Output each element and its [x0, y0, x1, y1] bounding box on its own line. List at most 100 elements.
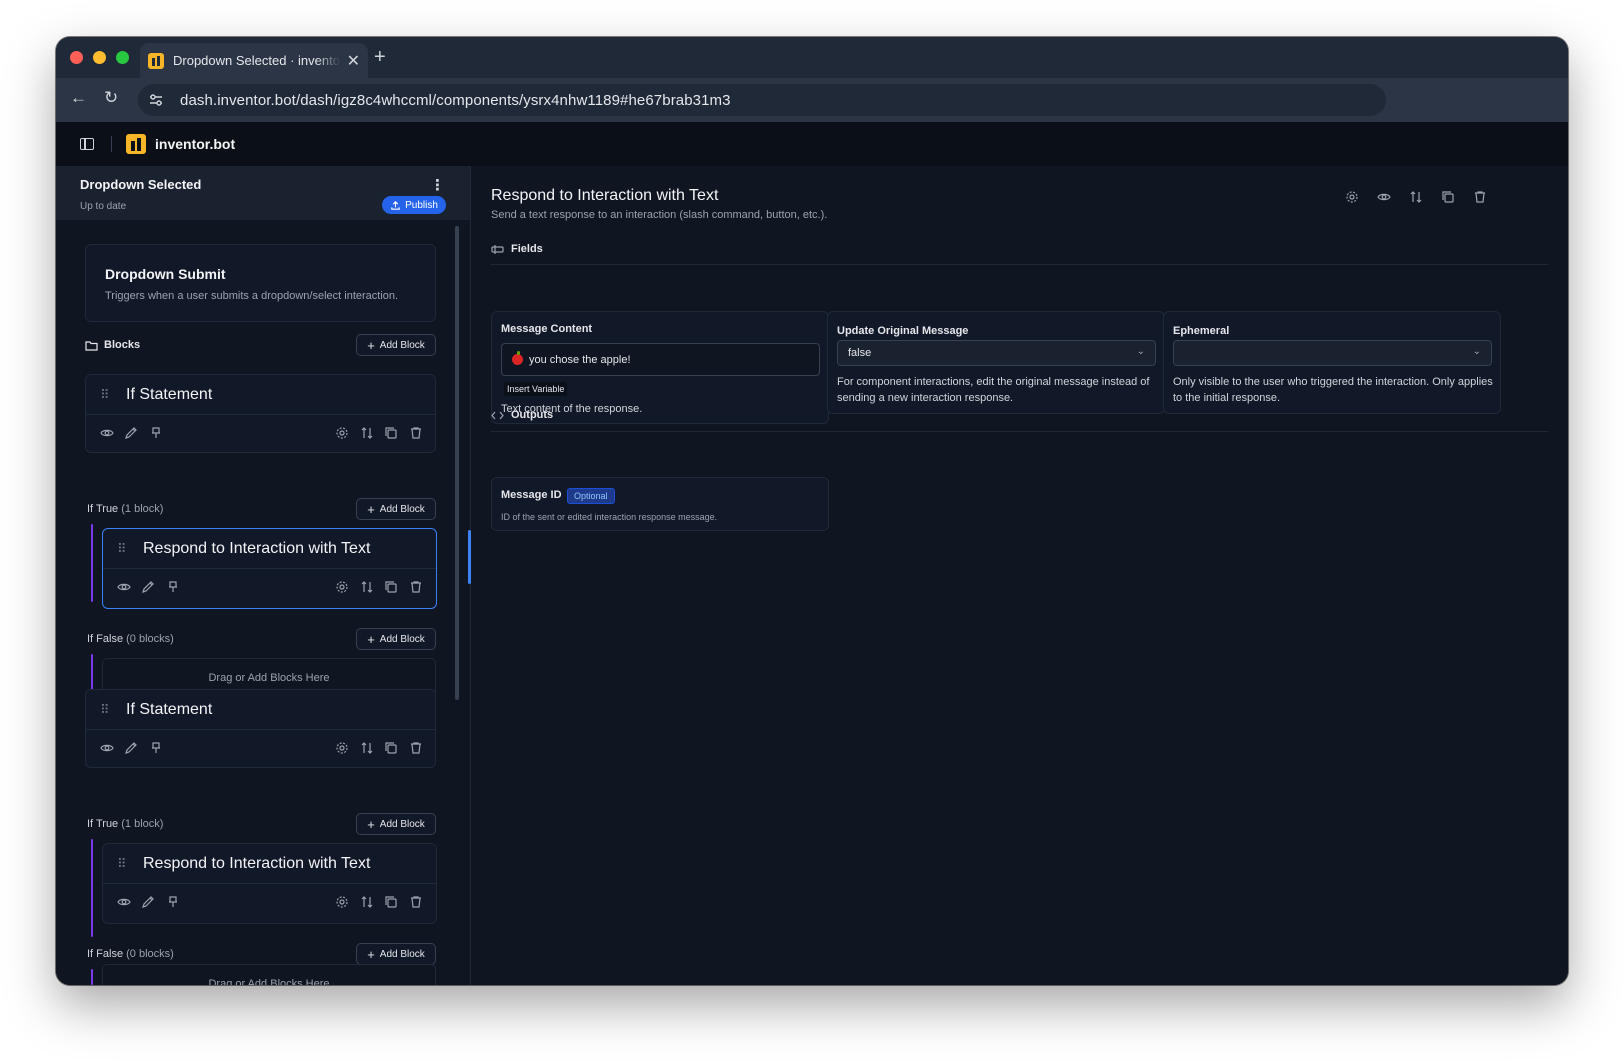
update-original-field: Update Original Message false ⌄ For comp…	[827, 311, 1165, 414]
block-toolbar	[86, 415, 435, 453]
add-block-button[interactable]: + Add Block	[356, 813, 436, 835]
if-statement-block[interactable]: ⠿ If Statement	[85, 689, 436, 768]
apple-emoji-icon	[512, 351, 523, 365]
pin-icon[interactable]	[166, 895, 180, 909]
close-tab-icon[interactable]: ✕	[347, 51, 360, 71]
drag-handle-icon[interactable]: ⠿	[117, 541, 129, 557]
branch-count: (1 block)	[121, 503, 164, 515]
select-value: false	[848, 347, 872, 359]
url-field[interactable]: dash.inventor.bot/dash/igz8c4whccml/comp…	[138, 84, 1386, 116]
pencil-icon[interactable]	[141, 895, 155, 909]
reorder-icon[interactable]	[360, 580, 374, 594]
plus-icon: +	[367, 631, 375, 647]
respond-text-block[interactable]: ⠿ Respond to Interaction with Text	[102, 528, 437, 609]
trash-icon[interactable]	[409, 580, 423, 594]
eye-icon[interactable]	[100, 426, 114, 440]
folder-icon	[85, 340, 98, 351]
address-bar: ← ↻ dash.inventor.bot/dash/igz8c4whccml/…	[56, 78, 1568, 122]
reorder-icon[interactable]	[360, 895, 374, 909]
publish-status: Up to date	[80, 201, 127, 212]
duplicate-icon[interactable]	[384, 426, 398, 440]
favicon-icon	[148, 52, 164, 69]
block-toolbar	[86, 730, 435, 768]
drop-zone[interactable]: Drag or Add Blocks Here	[102, 964, 436, 985]
reorder-icon[interactable]	[1409, 190, 1423, 204]
duplicate-icon[interactable]	[384, 580, 398, 594]
drag-handle-icon[interactable]: ⠿	[117, 856, 129, 872]
add-block-button[interactable]: + Add Block	[356, 628, 436, 650]
pencil-icon[interactable]	[124, 741, 138, 755]
eye-icon[interactable]	[100, 741, 114, 755]
message-content-input[interactable]: you chose the apple!	[501, 343, 820, 376]
eye-icon[interactable]	[1377, 190, 1391, 204]
drag-handle-icon[interactable]: ⠿	[100, 387, 112, 403]
respond-text-block[interactable]: ⠿ Respond to Interaction with Text	[102, 843, 437, 924]
component-title: Dropdown Selected	[80, 177, 202, 192]
pin-icon[interactable]	[166, 580, 180, 594]
duplicate-icon[interactable]	[1441, 190, 1455, 204]
trigger-title: Dropdown Submit	[105, 266, 226, 282]
branch-label: If False	[87, 633, 124, 645]
branch-line	[91, 524, 93, 602]
more-options-icon[interactable]: ⋮	[430, 176, 445, 194]
block-title: If Statement	[126, 385, 213, 403]
close-window-button[interactable]	[70, 51, 83, 64]
publish-button[interactable]: Publish	[382, 196, 446, 214]
pin-icon[interactable]	[149, 426, 163, 440]
field-label: Update Original Message	[837, 325, 969, 337]
new-tab-icon[interactable]: +	[374, 46, 386, 69]
trash-icon[interactable]	[409, 426, 423, 440]
fields-label: Fields	[511, 243, 543, 255]
message-content-field: Message Content you chose the apple! Ins…	[491, 311, 829, 424]
pencil-icon[interactable]	[141, 580, 155, 594]
block-title: Respond to Interaction with Text	[143, 539, 371, 557]
eye-icon[interactable]	[117, 895, 131, 909]
drag-handle-icon[interactable]: ⠿	[100, 702, 112, 718]
pin-icon[interactable]	[149, 741, 163, 755]
trash-icon[interactable]	[409, 741, 423, 755]
browser-window: Dropdown Selected · inventor.bot ✕ + ← ↻…	[56, 37, 1568, 985]
reorder-icon[interactable]	[360, 741, 374, 755]
insert-variable-button[interactable]: Insert Variable	[504, 382, 568, 396]
minimize-window-button[interactable]	[93, 51, 106, 64]
reorder-icon[interactable]	[360, 426, 374, 440]
duplicate-icon[interactable]	[384, 741, 398, 755]
add-block-button[interactable]: + Add Block	[356, 943, 436, 965]
sidebar-toggle-icon[interactable]	[80, 138, 94, 150]
back-icon[interactable]: ←	[70, 88, 87, 108]
gear-icon[interactable]	[1345, 190, 1359, 204]
gear-icon[interactable]	[335, 741, 349, 755]
sidebar-scrollbar[interactable]	[455, 226, 459, 700]
reload-icon[interactable]: ↻	[104, 88, 118, 108]
app-name: inventor.bot	[155, 136, 236, 152]
if-statement-block[interactable]: ⠿ If Statement	[85, 374, 436, 453]
add-block-button[interactable]: + Add Block	[356, 498, 436, 520]
section-divider	[491, 264, 1548, 265]
section-divider	[491, 431, 1548, 432]
block-header: ⠿ Respond to Interaction with Text	[103, 529, 436, 569]
ephemeral-select[interactable]: ⌄	[1173, 340, 1492, 366]
header-divider	[111, 136, 112, 152]
maximize-window-button[interactable]	[116, 51, 129, 64]
upload-icon	[391, 200, 400, 210]
block-header: ⠿ Respond to Interaction with Text	[103, 844, 436, 884]
component-header: Dropdown Selected Up to date ⋮ Publish	[56, 166, 470, 220]
update-original-select[interactable]: false ⌄	[837, 340, 1156, 366]
gear-icon[interactable]	[335, 426, 349, 440]
browser-tab[interactable]: Dropdown Selected · inventor.bot ✕	[140, 43, 368, 78]
add-block-button[interactable]: + Add Block	[356, 334, 436, 356]
block-title: If Statement	[126, 700, 213, 718]
duplicate-icon[interactable]	[384, 895, 398, 909]
gear-icon[interactable]	[335, 580, 349, 594]
trigger-card[interactable]: Dropdown Submit Triggers when a user sub…	[85, 244, 436, 322]
branch-line	[91, 969, 93, 985]
gear-icon[interactable]	[335, 895, 349, 909]
trash-icon[interactable]	[409, 895, 423, 909]
plus-icon: +	[367, 816, 375, 832]
optional-badge: Optional	[567, 488, 615, 504]
pencil-icon[interactable]	[124, 426, 138, 440]
tab-title: Dropdown Selected · inventor.bot	[173, 53, 341, 68]
trash-icon[interactable]	[1473, 190, 1487, 204]
site-settings-icon[interactable]	[148, 92, 164, 108]
eye-icon[interactable]	[117, 580, 131, 594]
